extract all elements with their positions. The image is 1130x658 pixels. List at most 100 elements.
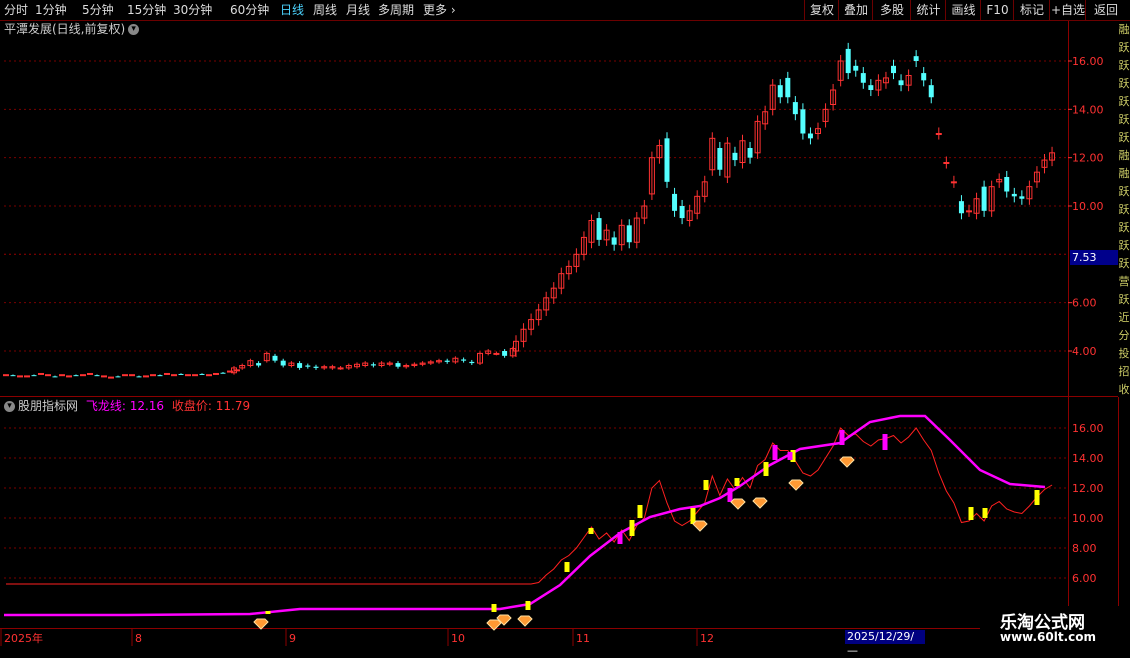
candle-body <box>87 372 93 375</box>
cursor-date-label: 2025/12/29/— <box>845 630 925 657</box>
candle-body <box>272 355 278 361</box>
candle-body <box>807 133 813 139</box>
ind-y-tick-label: 12.00 <box>1072 482 1104 495</box>
candle-body <box>220 372 226 374</box>
strip-item[interactable]: 分 <box>1118 327 1130 345</box>
signal-bar-magenta <box>727 488 733 502</box>
candle-body <box>469 361 475 364</box>
candle-body <box>853 65 859 71</box>
candle-body <box>122 374 128 377</box>
signal-bar-magenta <box>787 452 793 460</box>
candle-body <box>370 364 376 366</box>
y-tick-label: 10.00 <box>1072 200 1104 213</box>
signal-bar-yellow <box>629 520 635 536</box>
y-tick-label: 14.00 <box>1072 103 1104 116</box>
strip-item[interactable]: 跃 <box>1118 255 1130 273</box>
y-tick-label: 16.00 <box>1072 55 1104 68</box>
strip-item[interactable]: 近 <box>1118 309 1130 327</box>
candle-body <box>664 138 670 182</box>
signal-bar-yellow <box>703 480 709 490</box>
candle-body <box>395 363 401 367</box>
y-tick-label: 6.00 <box>1072 297 1097 310</box>
signal-bar-yellow <box>982 508 988 518</box>
strip-item[interactable]: 融 <box>1118 165 1130 183</box>
candle-body <box>898 80 904 86</box>
candle-body <box>3 374 9 377</box>
close-price-line <box>6 427 1053 585</box>
signal-bar-yellow <box>525 601 531 610</box>
candle-body <box>80 374 86 377</box>
strip-item[interactable]: 跃 <box>1118 291 1130 309</box>
candle-body <box>1004 177 1010 192</box>
indicator-title[interactable]: ▾ 股朋指标网 飞龙线: 12.16 收盘价: 11.79 <box>4 398 250 414</box>
candle-body <box>136 376 142 378</box>
chart-canvas[interactable]: 16.00 14.00 12.00 10.00 6.00 4.00 16.00 14.00 12… <box>0 0 1130 650</box>
candle-body <box>860 73 866 83</box>
signal-bar-yellow <box>763 462 769 476</box>
signal-bar-yellow <box>968 507 974 520</box>
candle-body <box>1019 196 1025 199</box>
candle-body <box>280 360 286 366</box>
strip-item[interactable]: 融 <box>1118 21 1130 39</box>
diamond-icon <box>253 618 269 630</box>
candle-body <box>800 109 806 134</box>
candle-body <box>444 360 450 362</box>
ind-y-tick-label: 14.00 <box>1072 452 1104 465</box>
right-side-strip[interactable]: 融跃跃跃跃跃跃融融跃跃跃跃跃营跃近分投招收 <box>1118 21 1130 397</box>
strip-item[interactable]: 跃 <box>1118 201 1130 219</box>
candle-body <box>108 376 114 379</box>
signal-bar-magenta <box>772 445 778 460</box>
strip-item[interactable]: 融 <box>1118 147 1130 165</box>
candle-body <box>17 375 23 378</box>
diamond-icon <box>692 520 708 532</box>
candle-body <box>115 376 121 378</box>
strip-item[interactable]: 跃 <box>1118 129 1130 147</box>
candle-body <box>958 201 964 214</box>
diamond-icon <box>517 615 533 627</box>
strip-item[interactable]: 投 <box>1118 345 1130 363</box>
candle-body <box>845 48 851 74</box>
strip-item[interactable]: 营 <box>1118 273 1130 291</box>
candle-body <box>38 372 44 375</box>
y-tick-label: 4.00 <box>1072 345 1097 358</box>
candle-body <box>928 85 934 98</box>
signal-bar-magenta <box>617 532 623 544</box>
strip-item[interactable]: 跃 <box>1118 237 1130 255</box>
candle-body <box>966 210 972 213</box>
candle-body <box>792 102 798 115</box>
candle-body <box>313 366 319 368</box>
candle-body <box>213 372 219 375</box>
candle-body <box>672 193 678 211</box>
candle-body <box>921 73 927 81</box>
candle-body <box>164 372 170 375</box>
feilong-line-value: 飞龙线: 12.16 <box>85 399 165 413</box>
strip-item[interactable]: 跃 <box>1118 93 1130 111</box>
candle-body <box>199 373 205 375</box>
chevron-down-icon[interactable]: ▾ <box>4 401 15 412</box>
signal-bar-yellow <box>491 604 497 612</box>
strip-item[interactable]: 跃 <box>1118 183 1130 201</box>
candle-body <box>185 374 191 377</box>
strip-item[interactable]: 跃 <box>1118 39 1130 57</box>
x-axis-label: 2025年 <box>4 631 43 645</box>
candle-body <box>94 375 100 377</box>
x-axis-label: 9 <box>289 632 296 645</box>
candle-body <box>305 365 311 367</box>
diamond-icon <box>839 456 855 468</box>
candle-body <box>679 206 685 219</box>
candle-body <box>891 65 896 74</box>
strip-item[interactable]: 跃 <box>1118 75 1130 93</box>
strip-item[interactable]: 跃 <box>1118 219 1130 237</box>
candle-body <box>868 85 874 90</box>
candle-body <box>461 359 467 361</box>
ind-y-tick-label: 8.00 <box>1072 542 1097 555</box>
candle-body <box>611 237 617 245</box>
signal-bar-yellow <box>564 562 570 572</box>
candle-body <box>31 375 37 377</box>
strip-item[interactable]: 收 <box>1118 381 1130 397</box>
strip-item[interactable]: 跃 <box>1118 57 1130 75</box>
strip-item[interactable]: 招 <box>1118 363 1130 381</box>
strip-item[interactable]: 跃 <box>1118 111 1130 129</box>
candle-body <box>950 181 957 184</box>
candle-body <box>732 152 738 161</box>
